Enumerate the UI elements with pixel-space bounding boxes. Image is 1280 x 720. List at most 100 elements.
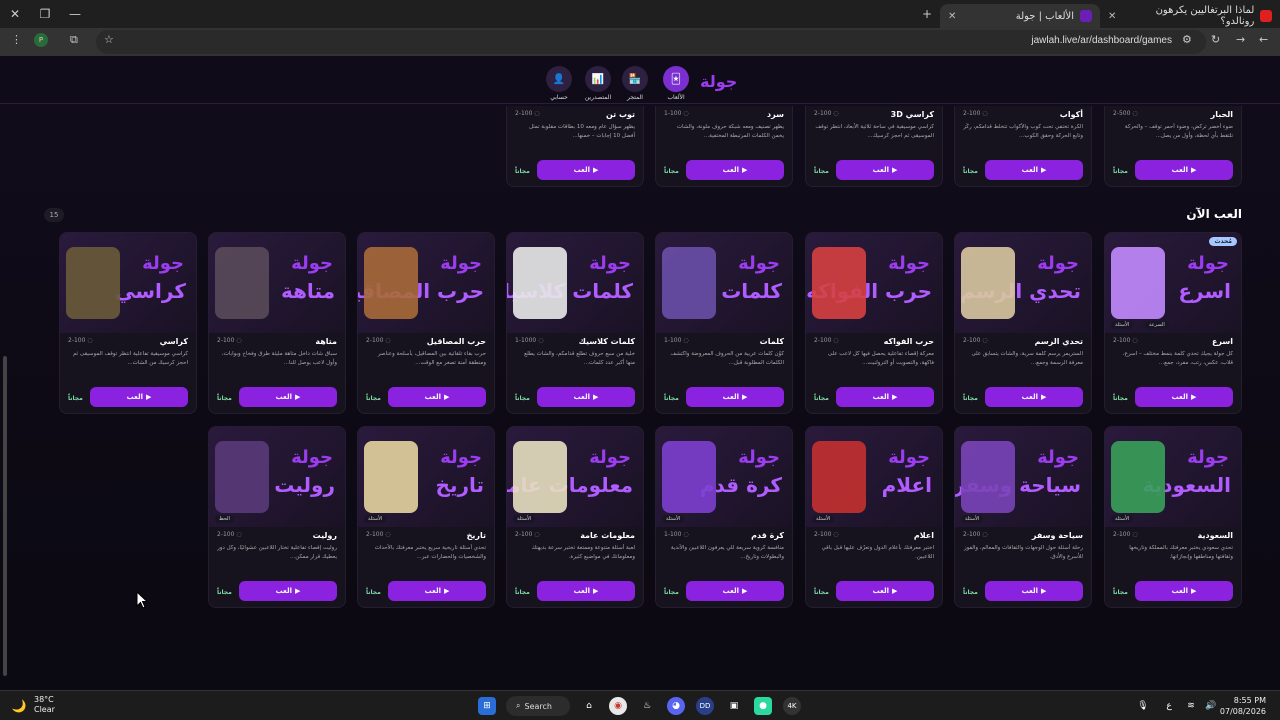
menu-icon[interactable]: ⋮	[11, 33, 22, 46]
tab-jawlah-games[interactable]: الألعاب | جولة ✕	[940, 4, 1100, 28]
start-icon[interactable]: ⊞	[478, 697, 496, 715]
game-thumbnail[interactable]: جولة كرة قدم الأسئلة	[656, 427, 792, 527]
game-card[interactable]: جولةكلمات كلاسيككلمات كلاسيك1-1000 ◌خلية…	[506, 232, 644, 414]
game-card[interactable]: الحبار 2-500 ◌ ضوء أخضر تركض، وضوء أحمر تو…	[1104, 106, 1242, 187]
play-button[interactable]: ▶ العب	[239, 581, 337, 601]
site-settings-icon[interactable]: ⚙	[1182, 33, 1192, 46]
game-thumbnail[interactable]: جولة سياحة وسفر الأسئلة	[955, 427, 1091, 527]
minimize-window-icon[interactable]: —	[60, 0, 90, 28]
game-card[interactable]: جولة اعلام الأسئلة اعلام 2-100 ◌ اختبر معرفتك…	[805, 426, 943, 608]
home-icon[interactable]: ⌂	[580, 697, 598, 715]
play-button[interactable]: ▶ العب	[836, 581, 934, 601]
url-text[interactable]: jawlah.live/ar/dashboard/games	[1031, 35, 1172, 46]
play-icon: ▶	[593, 166, 599, 174]
game-card[interactable]: جولة كرة قدم الأسئلة كرة قدم 1-100 ◌ منافسة ك…	[655, 426, 793, 608]
game-card[interactable]: جولة تاريخ الأسئلة تاريخ 2-100 ◌ تحدي أسئلة ت…	[357, 426, 495, 608]
thumb-logo: جولة	[738, 253, 781, 274]
game-thumbnail[interactable]: جولة اسرع مُحدث الأسئلة السرعة	[1105, 233, 1241, 333]
app-dd-icon[interactable]: DD	[696, 697, 714, 715]
new-tab-button[interactable]: +	[912, 0, 942, 28]
nav-account[interactable]: 👤 حسابي	[541, 66, 577, 102]
game-card[interactable]: جولةحرب المصاقيلحرب المصاقيل2-100 ◌حرب ب…	[357, 232, 495, 414]
game-thumbnail[interactable]: جولة حرب الفواكه	[806, 233, 942, 333]
game-thumbnail[interactable]: جولة اعلام الأسئلة	[806, 427, 942, 527]
weather-widget[interactable]: 38°C Clear	[34, 695, 55, 715]
wifi-icon[interactable]: ≋	[1182, 697, 1200, 715]
language-indicator[interactable]: ع	[1160, 697, 1178, 715]
game-card[interactable]: جولة متاهة متاهة 2-100 ◌ سباق شات داخل متاهة…	[208, 232, 346, 414]
game-thumbnail[interactable]: جولة روليت الحظ	[209, 427, 345, 527]
play-button[interactable]: ▶ العب	[1135, 160, 1233, 180]
game-card[interactable]: جولة كلمات كلمات 1-100 ◌ كوّن كلمات عربية من…	[655, 232, 793, 414]
game-card[interactable]: جولة اسرع مُحدث الأسئلة السرعة اسرع 2-100 ◌ كل …	[1104, 232, 1242, 414]
nav-store[interactable]: 🏪 المتجر	[617, 66, 653, 102]
play-button[interactable]: ▶ العب	[985, 581, 1083, 601]
network-app-icon[interactable]: ▣	[725, 697, 743, 715]
taskbar-search[interactable]: ⌕ Search	[506, 696, 570, 716]
obs-app-icon[interactable]: ●	[754, 697, 772, 715]
page-scrollbar[interactable]	[3, 356, 7, 676]
users-icon: ◌	[683, 110, 689, 117]
play-button[interactable]: ▶ العب	[686, 387, 784, 407]
close-window-icon[interactable]: ✕	[0, 0, 30, 28]
play-button[interactable]: ▶ العب	[537, 160, 635, 180]
chrome-icon[interactable]: ◉	[609, 697, 627, 715]
play-button[interactable]: ▶ العب	[836, 387, 934, 407]
bookmark-star-icon[interactable]: ☆	[104, 33, 114, 46]
game-thumbnail[interactable]: جولة كلمات	[656, 233, 792, 333]
play-button[interactable]: ▶ العب	[239, 387, 337, 407]
close-tab-icon[interactable]: ✕	[1108, 11, 1116, 22]
game-thumbnail[interactable]: جولةكلمات كلاسيك	[507, 233, 643, 333]
thumb-logo: جولة	[440, 253, 483, 274]
play-button[interactable]: ▶ العب	[1135, 581, 1233, 601]
play-button[interactable]: ▶ العب	[985, 160, 1083, 180]
play-button[interactable]: ▶ العب	[686, 581, 784, 601]
play-button[interactable]: ▶ العب	[388, 387, 486, 407]
play-button[interactable]: ▶ العب	[90, 387, 188, 407]
tab-youtube[interactable]: لماذا البرتغاليين يكرهون رونالدو؟ ✕	[1100, 4, 1280, 28]
restore-window-icon[interactable]: ❐	[30, 0, 60, 28]
game-thumbnail[interactable]: جولة معلومات عامة الأسئلة	[507, 427, 643, 527]
play-button[interactable]: ▶ العب	[836, 160, 934, 180]
game-thumbnail[interactable]: جولة كراسي	[60, 233, 196, 333]
game-card[interactable]: جولة معلومات عامة الأسئلة معلومات عامة 2-100…	[506, 426, 644, 608]
game-thumbnail[interactable]: جولة متاهة	[209, 233, 345, 333]
thumb-logo: جولة	[1037, 447, 1080, 468]
game-card[interactable]: أكواب 2-100 ◌ الكرة تختفي تحت كوب والأكواب…	[954, 106, 1092, 187]
close-tab-icon[interactable]: ✕	[948, 11, 956, 22]
jawlah-logo[interactable]: جولة	[700, 72, 738, 91]
steam-icon[interactable]: ♨	[638, 697, 656, 715]
app-4k-icon[interactable]: 4K	[783, 697, 801, 715]
play-button[interactable]: ▶ العب	[1135, 387, 1233, 407]
profile-avatar-icon[interactable]: P	[34, 33, 48, 47]
play-button[interactable]: ▶ العب	[985, 387, 1083, 407]
game-thumbnail[interactable]: جولة السعودية الأسئلة	[1105, 427, 1241, 527]
extensions-icon[interactable]: ⧉	[70, 33, 78, 47]
game-card[interactable]: جولة السعودية الأسئلة السعودية 2-100 ◌ تحدي س…	[1104, 426, 1242, 608]
weather-moon-icon[interactable]: 🌙	[10, 697, 28, 715]
reload-icon[interactable]: ↻	[1211, 33, 1220, 46]
game-card[interactable]: توب تن 2-100 ◌ يظهر سؤال عام ومعه 10 بطاقا…	[506, 106, 644, 187]
game-thumbnail[interactable]: جولة تاريخ الأسئلة	[358, 427, 494, 527]
nav-leaderboard[interactable]: 📊 المتصدرين	[580, 66, 616, 102]
play-button[interactable]: ▶ العب	[686, 160, 784, 180]
volume-icon[interactable]: 🔊	[1202, 697, 1220, 715]
game-card[interactable]: جولة حرب الفواكه حرب الفواكه 2-100 ◌ معركة إ…	[805, 232, 943, 414]
microphone-icon[interactable]: 🎙	[1134, 697, 1152, 715]
system-clock[interactable]: 8:55 PM 07/08/2026	[1220, 695, 1266, 717]
back-icon[interactable]: →	[1236, 33, 1245, 46]
nav-games[interactable]: 🃏 الألعاب	[658, 66, 694, 102]
game-card[interactable]: كراسي 3D 2-100 ◌ كراسي موسيقية في ساحة ثلا…	[805, 106, 943, 187]
game-thumbnail[interactable]: جولة تحدي الرسم	[955, 233, 1091, 333]
play-button[interactable]: ▶ العب	[537, 387, 635, 407]
game-card[interactable]: جولة تحدي الرسم تحدي الرسم 2-100 ◌ الستريمر …	[954, 232, 1092, 414]
discord-icon[interactable]: ◕	[667, 697, 685, 715]
play-button[interactable]: ▶ العب	[537, 581, 635, 601]
game-card[interactable]: جولة روليت الحظ روليت 2-100 ◌ روليت إقصاء تفا…	[208, 426, 346, 608]
play-button[interactable]: ▶ العب	[388, 581, 486, 601]
forward-icon[interactable]: ←	[1259, 33, 1268, 46]
game-thumbnail[interactable]: جولةحرب المصاقيل	[358, 233, 494, 333]
game-card[interactable]: جولة كراسي كراسي 2-100 ◌ كراسي موسيقية تفاعل…	[59, 232, 197, 414]
game-card[interactable]: سرد 1-100 ◌ يظهر تصنيف ومعه شبكة حروف ملون…	[655, 106, 793, 187]
game-card[interactable]: جولة سياحة وسفر الأسئلة سياحة وسفر 2-100 ◌ رح…	[954, 426, 1092, 608]
